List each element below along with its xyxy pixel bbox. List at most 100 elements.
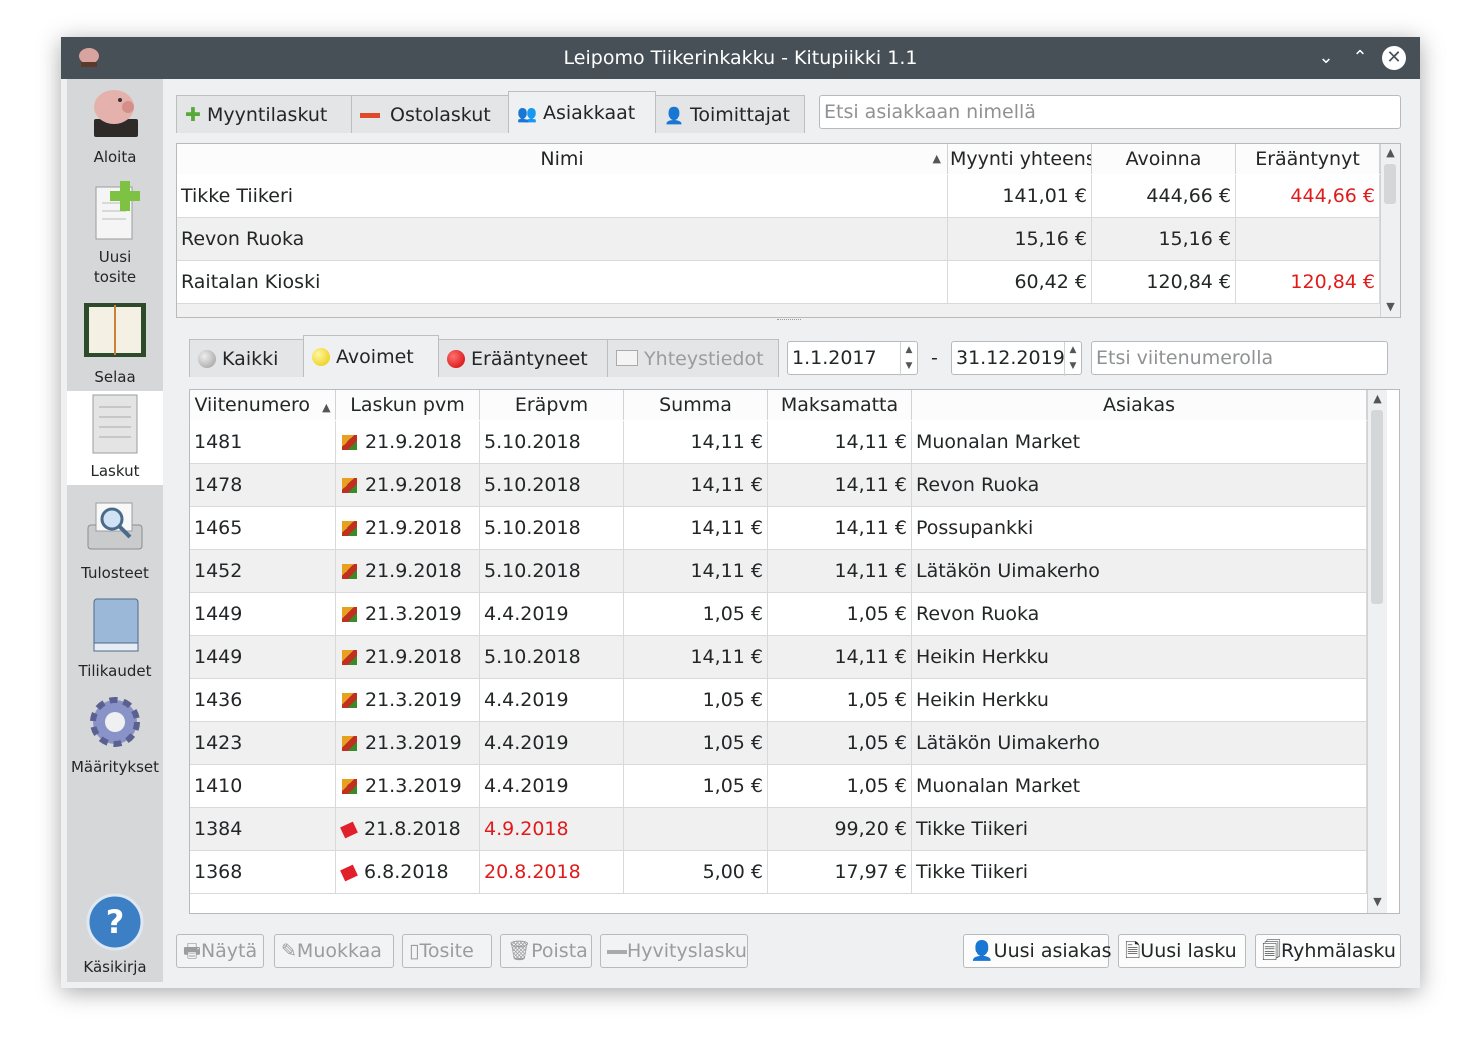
invoice-row[interactable]: 1436 21.3.2019 4.4.2019 1,05 €1,05 € Heikin … — [190, 679, 1367, 722]
invoice-cell-ref: 1481 — [190, 421, 336, 463]
column-header-overdue[interactable]: Erääntynyt — [1236, 144, 1380, 174]
column-header-open[interactable]: Avoinna — [1092, 144, 1236, 174]
sidebar-item-tulosteet[interactable]: Tulosteet — [67, 497, 163, 585]
invoice-cell-due: 5.10.2018 — [480, 507, 624, 549]
column-header-sales[interactable]: Myynti yhteensä — [948, 144, 1092, 174]
scroll-down-arrow-icon[interactable]: ▼ — [1381, 298, 1400, 316]
scroll-thumb[interactable] — [1384, 164, 1396, 204]
column-header-invoice-date[interactable]: Laskun pvm — [336, 390, 480, 420]
invoice-cell-sum: 14,11 € — [624, 507, 768, 549]
invoice-cell-date: 21.3.2019 — [336, 593, 480, 635]
pencil-icon: ✎ — [281, 940, 297, 962]
invoice-row[interactable]: 1481 21.9.2018 5.10.2018 14,11 €14,11 € Muon… — [190, 421, 1367, 464]
maximize-button[interactable]: ⌃ — [1346, 44, 1374, 72]
scroll-thumb[interactable] — [1371, 410, 1383, 604]
customer-cell-name: Tikke Tiikeri — [177, 175, 948, 217]
sidebar-item-uusi-tosite[interactable]: Uusi tosite — [67, 179, 163, 291]
spin-arrows-icon[interactable]: ▲ ▼ — [1064, 342, 1081, 376]
scroll-up-arrow-icon[interactable]: ▲ — [1368, 390, 1387, 408]
date-to-spinbox[interactable]: 31.12.2019 ▲ ▼ — [951, 341, 1082, 376]
invoice-row[interactable]: 1423 21.3.2019 4.4.2019 1,05 €1,05 € Lätäkön… — [190, 722, 1367, 765]
customer-row[interactable]: Tikke Tiikeri 141,01 €444,66 €444,66 € — [177, 175, 1380, 218]
printer-preview-icon — [87, 502, 143, 550]
invoices-scrollbar[interactable]: ▲ ▼ — [1367, 390, 1387, 913]
hyvityslasku-button[interactable]: Hyvityslasku — [600, 934, 748, 968]
invoice-row[interactable]: 1384 21.8.2018 4.9.2018 99,20 € Tikke Tiiker… — [190, 808, 1367, 851]
package-icon — [342, 478, 357, 493]
svg-text:?: ? — [106, 903, 125, 941]
invoice-cell-sum: 14,11 € — [624, 421, 768, 463]
customer-row[interactable]: Revon Ruoka 15,16 €15,16 € — [177, 218, 1380, 261]
tosite-button[interactable]: ▯Tosite — [402, 934, 492, 968]
invoice-cell-sum: 5,00 € — [624, 851, 768, 893]
scroll-up-arrow-icon[interactable]: ▲ — [1381, 144, 1400, 162]
splitter-handle[interactable] — [777, 319, 801, 324]
invoice-row[interactable]: 1465 21.9.2018 5.10.2018 14,11 €14,11 € Poss… — [190, 507, 1367, 550]
close-button[interactable]: ✕ — [1382, 46, 1406, 70]
spin-arrows-icon[interactable]: ▲ ▼ — [900, 342, 917, 376]
invoice-row[interactable]: 1478 21.9.2018 5.10.2018 14,11 €14,11 € Revo… — [190, 464, 1367, 507]
customer-search-input[interactable]: Etsi asiakkaan nimellä — [819, 95, 1401, 129]
invoice-cell-unpaid: 1,05 € — [768, 679, 912, 721]
uusi-asiakas-button[interactable]: 👤Uusi asiakas — [963, 934, 1112, 968]
window-title: Leipomo Tiikerinkakku - Kitupiikki 1.1 — [563, 47, 918, 69]
tab-myyntilaskut[interactable]: ✚ Myyntilaskut — [176, 95, 352, 133]
invoice-date-text: 21.3.2019 — [365, 775, 462, 797]
sidebar-item-aloita[interactable]: Aloita — [67, 81, 163, 169]
muokkaa-button[interactable]: ✎Muokkaa — [274, 934, 394, 968]
invoice-date-text: 21.9.2018 — [365, 646, 462, 668]
invoice-cell-ref: 1436 — [190, 679, 336, 721]
customer-row[interactable]: Raitalan Kioski 60,42 €120,84 €120,84 € — [177, 261, 1380, 304]
invoice-cell-date: 21.9.2018 — [336, 507, 480, 549]
new-voucher-icon — [95, 181, 140, 240]
invoice-cell-customer: Revon Ruoka — [912, 464, 1367, 506]
sidebar-item-maaritykset[interactable]: Määritykset — [67, 691, 163, 781]
sidebar-item-kasikirja[interactable]: ? Käsikirja — [67, 891, 163, 981]
invoice-cell-due: 4.4.2019 — [480, 722, 624, 764]
scroll-down-arrow-icon[interactable]: ▼ — [1368, 893, 1387, 911]
column-header-customer[interactable]: Asiakas — [912, 390, 1367, 420]
invoice-row[interactable]: 1368 6.8.2018 20.8.2018 5,00 €17,97 € Tikke … — [190, 851, 1367, 894]
column-header-due-date[interactable]: Eräpvm — [480, 390, 624, 420]
tab-eraantyneet[interactable]: Erääntyneet — [438, 339, 608, 377]
contact-card-icon — [616, 350, 638, 366]
minimize-button[interactable]: ⌄ — [1312, 44, 1340, 72]
tab-kaikki[interactable]: Kaikki — [189, 339, 304, 377]
invoice-cell-due: 5.10.2018 — [480, 550, 624, 592]
grey-dot-icon — [198, 350, 216, 368]
invoice-cell-date: 21.3.2019 — [336, 722, 480, 764]
sort-ascending-icon: ▲ — [322, 401, 331, 414]
invoice-cell-sum: 1,05 € — [624, 679, 768, 721]
customers-scrollbar[interactable]: ▲ ▼ — [1380, 144, 1400, 317]
invoice-row[interactable]: 1449 21.3.2019 4.4.2019 1,05 €1,05 € Revon R… — [190, 593, 1367, 636]
column-header-name[interactable]: Nimi ▲ — [177, 144, 948, 174]
invoice-row[interactable]: 1410 21.3.2019 4.4.2019 1,05 €1,05 € Muonala… — [190, 765, 1367, 808]
nayta-button[interactable]: 🖶Näytä — [176, 934, 264, 968]
invoice-date-text: 21.3.2019 — [365, 732, 462, 754]
tab-toimittajat[interactable]: 👤 Toimittajat — [655, 95, 805, 133]
column-header-unpaid[interactable]: Maksamatta — [768, 390, 912, 420]
date-from-spinbox[interactable]: 1.1.2017 ▲ ▼ — [787, 341, 918, 376]
poista-button[interactable]: 🗑Poista — [500, 934, 592, 968]
sidebar-item-label: Tilikaudet — [78, 662, 152, 680]
uusi-lasku-button[interactable]: 🗎Uusi lasku — [1118, 934, 1246, 968]
customer-cell-overdue: 444,66 € — [1236, 175, 1380, 217]
person-icon: 👤 — [664, 106, 684, 125]
tab-yhteystiedot[interactable]: Yhteystiedot — [607, 339, 779, 377]
package-icon — [342, 521, 357, 536]
tab-asiakkaat[interactable]: 👥 Asiakkaat — [508, 91, 656, 133]
column-header-sum[interactable]: Summa — [624, 390, 768, 420]
sidebar-item-laskut[interactable]: Laskut — [67, 391, 163, 485]
people-icon: 👥 — [517, 104, 537, 123]
tab-ostolaskut[interactable]: Ostolaskut — [351, 95, 509, 133]
invoice-row[interactable]: 1449 21.9.2018 5.10.2018 14,11 €14,11 € Heik… — [190, 636, 1367, 679]
invoice-row[interactable]: 1452 21.9.2018 5.10.2018 14,11 €14,11 € Lätä… — [190, 550, 1367, 593]
ryhmalasku-button[interactable]: 🗐Ryhmälasku — [1255, 934, 1401, 968]
reference-search-input[interactable]: Etsi viitenumerolla — [1091, 341, 1388, 375]
sidebar-item-selaa[interactable]: Selaa — [67, 301, 163, 389]
sidebar-item-tilikaudet[interactable]: Tilikaudet — [67, 595, 163, 683]
tab-avoimet[interactable]: Avoimet — [303, 335, 439, 377]
invoice-cell-customer: Lätäkön Uimakerho — [912, 550, 1367, 592]
column-header-reference[interactable]: Viitenumero ▲ — [190, 390, 336, 420]
invoice-date-text: 21.9.2018 — [365, 474, 462, 496]
